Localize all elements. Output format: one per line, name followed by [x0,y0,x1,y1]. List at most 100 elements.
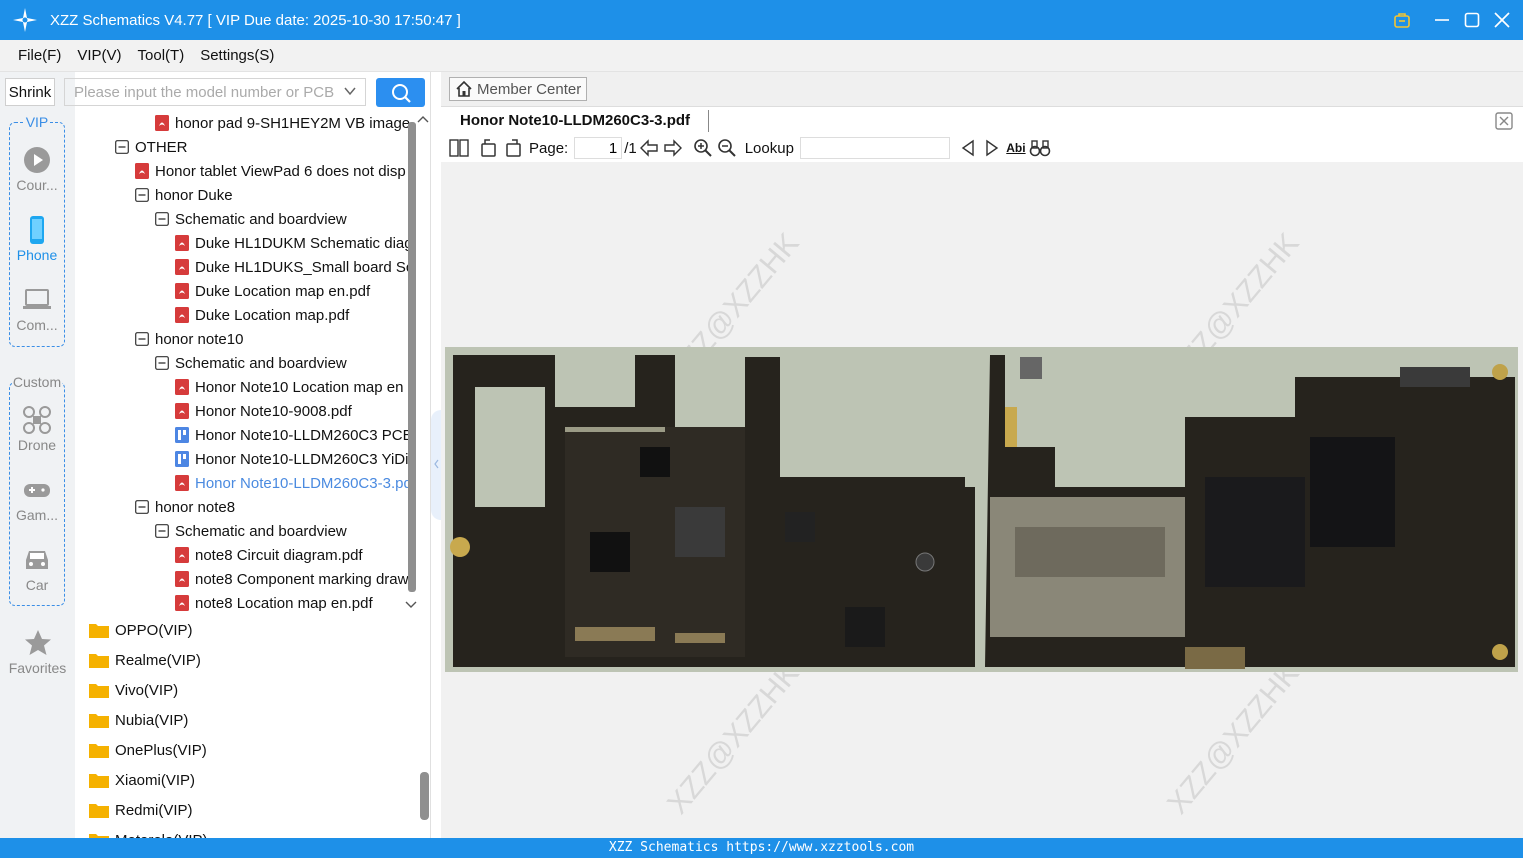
search-input[interactable] [65,79,365,105]
brand-folder[interactable]: Xiaomi(VIP) [89,765,195,795]
tree-node[interactable]: note8 Circuit diagram.pdf [175,543,363,567]
tree-node[interactable]: honor note10 [135,327,243,351]
phone-icon [30,216,44,244]
folder-icon [89,714,109,728]
document-tab[interactable]: Honor Note10-LLDM260C3-3.pdf [460,112,690,129]
shrink-button[interactable]: Shrink [5,78,55,106]
tree-node-label: Duke Location map en.pdf [195,282,371,300]
rail-item-favorites[interactable]: Favorites [0,628,75,676]
minimize-button[interactable] [1431,9,1453,31]
brand-folder[interactable]: Redmi(VIP) [89,795,193,825]
tree-node[interactable]: Schematic and boardview [155,519,347,543]
tree-node[interactable]: Duke HL1DUKS_Small board Sc [175,255,413,279]
binoculars-icon[interactable] [1028,136,1052,160]
menu-tool[interactable]: Tool(T) [138,47,185,64]
lookup-input[interactable] [799,137,950,159]
collapse-icon[interactable] [115,140,129,154]
menu-bar: File(F) VIP(V) Tool(T) Settings(S) [0,40,1523,72]
tree-node[interactable]: honor Duke [135,183,233,207]
pdf-viewer[interactable]: XZZ@XZZHK XZZ@XZZHK XZZ@XZZHK XZZ@XZZHK [441,162,1523,838]
tree-node[interactable]: note8 Component marking draw [175,567,408,591]
member-center-button[interactable]: Member Center [449,77,587,101]
vip-group: VIP Cour... Phone Com... [9,114,65,347]
panel-collapse-handle[interactable] [431,410,441,520]
favorites-label: Favorites [8,660,67,676]
brand-folder-label: OnePlus(VIP) [115,741,207,759]
menu-file[interactable]: File(F) [18,47,61,64]
collapse-icon[interactable] [135,500,149,514]
scroll-down-icon[interactable] [405,600,417,610]
tree-node[interactable]: Duke Location map.pdf [175,303,349,327]
search-field[interactable] [64,78,366,106]
collapse-icon[interactable] [135,188,149,202]
pcb-file-icon [175,451,189,467]
rail-item-car[interactable]: Car [10,545,64,593]
pdf-file-icon [175,403,189,419]
rail-item-computer[interactable]: Com... [10,285,64,333]
panel-scrollbar-thumb[interactable] [420,772,429,820]
tree-node[interactable]: Honor Note10-9008.pdf [175,399,352,423]
menu-vip[interactable]: VIP(V) [77,47,121,64]
tree-node-label: Honor Note10-LLDM260C3 PCB [195,426,413,444]
tree-node[interactable]: Honor Note10-LLDM260C3 PCB [175,423,413,447]
find-next-icon[interactable] [980,136,1004,160]
tree-node[interactable]: note8 Location map en.pdf [175,591,373,612]
brand-folder[interactable]: Nubia(VIP) [89,705,188,735]
folder-icon [89,804,109,818]
brand-folder[interactable]: Realme(VIP) [89,645,201,675]
find-prev-icon[interactable] [956,136,980,160]
collapse-icon[interactable] [135,332,149,346]
tree-node-label: Schematic and boardview [175,210,347,228]
brand-folder[interactable]: OPPO(VIP) [89,615,193,645]
member-center-label: Member Center [477,80,582,98]
close-tab-icon[interactable] [1495,112,1513,130]
vip-bag-icon[interactable] [1391,9,1413,31]
next-page-icon[interactable] [661,136,685,160]
rail-item-course[interactable]: Cour... [10,145,64,193]
rotate-left-icon[interactable] [477,136,501,160]
star-icon [24,630,51,655]
tree-node[interactable]: OTHER [115,135,188,159]
zoom-out-icon[interactable] [715,136,739,160]
folder-icon [89,684,109,698]
page-number-input[interactable] [574,137,623,159]
rail-item-game[interactable]: Gam... [10,475,64,523]
rail-item-drone[interactable]: Drone [10,405,64,453]
tree-node-label: Honor Note10-LLDM260C3 YiDi [195,450,409,468]
tree-node[interactable]: Duke HL1DUKM Schematic diag [175,231,413,255]
tree-node[interactable]: Honor Note10 Location map en [175,375,403,399]
app-logo-icon [0,0,50,40]
tree-node[interactable]: honor pad 9-SH1HEY2M VB image [155,112,410,135]
tree-node[interactable]: Duke Location map en.pdf [175,279,370,303]
collapse-icon[interactable] [155,356,169,370]
tab-separator [708,110,709,132]
tree-node[interactable]: Honor tablet ViewPad 6 does not disp [135,159,406,183]
brand-folder[interactable]: Vivo(VIP) [89,675,178,705]
maximize-button[interactable] [1461,9,1483,31]
match-case-icon[interactable]: Abi [1004,136,1028,160]
rail-item-computer-label: Com... [16,317,58,333]
rail-item-phone[interactable]: Phone [10,215,64,263]
tree-node[interactable]: Honor Note10-LLDM260C3 YiDi [175,447,408,471]
rotate-right-icon[interactable] [501,136,525,160]
two-page-icon[interactable] [447,136,471,160]
tree-scrollbar-thumb[interactable] [408,122,416,592]
collapse-icon[interactable] [155,524,169,538]
search-button[interactable] [376,78,425,107]
close-button[interactable] [1491,9,1513,31]
tree-node[interactable]: Schematic and boardview [155,351,347,375]
tree-node[interactable]: Schematic and boardview [155,207,347,231]
zoom-in-icon[interactable] [691,136,715,160]
collapse-icon[interactable] [155,212,169,226]
scroll-up-icon[interactable] [417,114,429,124]
menu-settings[interactable]: Settings(S) [200,47,274,64]
brand-folder[interactable]: Motorola(VIP) [89,825,208,838]
pdf-toolbar: Page: /1 Lookup Abi [441,134,1523,162]
tree-node[interactable]: Honor Note10-LLDM260C3-3.pd [175,471,412,495]
brand-folder[interactable]: OnePlus(VIP) [89,735,207,765]
folder-icon [89,654,109,668]
prev-page-icon[interactable] [637,136,661,160]
chevron-down-icon[interactable] [343,84,357,98]
tree-node[interactable]: honor note8 [135,495,235,519]
drone-icon [23,406,51,434]
